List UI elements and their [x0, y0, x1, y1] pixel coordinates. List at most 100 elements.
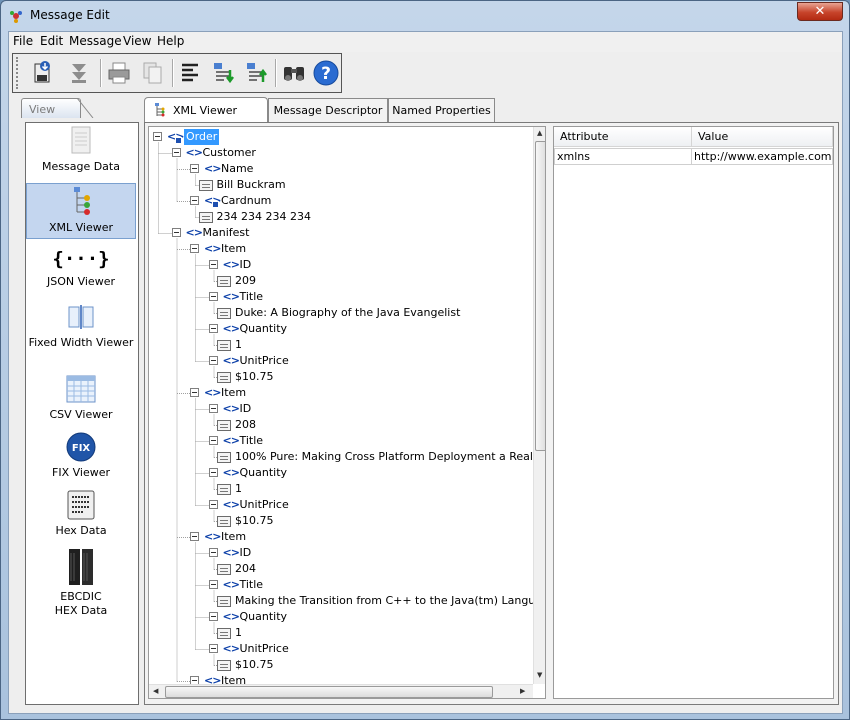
collapse-toggle-icon[interactable] — [208, 468, 218, 477]
tree-node-text[interactable]: Duke: A Biography of the Java Evangelist — [149, 305, 533, 321]
print-icon[interactable] — [104, 58, 134, 88]
tree-node-text[interactable]: 1 — [149, 337, 533, 353]
collapse-toggle-icon[interactable] — [208, 404, 218, 413]
binoculars-icon[interactable] — [279, 58, 309, 88]
collapse-toggle-icon[interactable] — [190, 532, 199, 541]
view-item-hex-data[interactable]: Hex Data — [26, 489, 136, 545]
tree-node-element[interactable]: <> Title — [149, 433, 533, 449]
collapse-toggle-icon[interactable] — [208, 500, 218, 509]
collapse-toggle-icon[interactable] — [190, 388, 199, 397]
collapse-toggle-icon[interactable] — [208, 436, 218, 445]
help-icon[interactable]: ? — [311, 58, 341, 88]
export-icon[interactable] — [242, 58, 272, 88]
tree-node-element[interactable]: <> Item — [149, 241, 533, 257]
view-item-json-viewer[interactable]: {···} JSON Viewer — [26, 243, 136, 299]
column-header-attribute[interactable]: Attribute — [554, 127, 692, 147]
menu-message[interactable]: Message — [69, 34, 122, 48]
tree-node-element[interactable]: <> Customer — [149, 145, 533, 161]
pane-splitter[interactable] — [547, 126, 552, 699]
tree-node-text[interactable]: $10.75 — [149, 369, 533, 385]
tree-node-element[interactable]: <> Title — [149, 577, 533, 593]
collapse-toggle-icon[interactable] — [190, 244, 199, 253]
tree-node-element[interactable]: <>Cardnum — [149, 193, 533, 209]
tab-message-descriptor[interactable]: Message Descriptor — [268, 98, 388, 122]
tree-node-element[interactable]: <> Quantity — [149, 465, 533, 481]
collapse-toggle-icon[interactable] — [208, 612, 218, 621]
tree-node-element[interactable]: <> Manifest — [149, 225, 533, 241]
tree-node-element[interactable]: <> Quantity — [149, 321, 533, 337]
tree-node-text[interactable]: 234 234 234 234 — [149, 209, 533, 225]
tree-node-text[interactable]: 100% Pure: Making Cross Platform Deploym… — [149, 449, 540, 465]
download-icon[interactable] — [64, 58, 94, 88]
tree-node-element[interactable]: <> Quantity — [149, 609, 533, 625]
tree-node-text[interactable]: $10.75 — [149, 513, 533, 529]
collapse-toggle-icon[interactable] — [208, 548, 218, 557]
tree-node-text[interactable]: Making the Transition from C++ to the Ja… — [149, 593, 542, 609]
tree-node-text[interactable]: 204 — [149, 561, 533, 577]
scroll-down-icon[interactable]: ▼ — [537, 671, 542, 679]
tree-node-element[interactable]: <> ID — [149, 545, 533, 561]
tree-node-text[interactable]: 1 — [149, 625, 533, 641]
view-item-fixed-width[interactable]: Fixed Width Viewer — [26, 301, 136, 371]
align-left-icon[interactable] — [176, 58, 206, 88]
column-header-value[interactable]: Value — [692, 127, 833, 147]
tab-xml-viewer[interactable]: XML Viewer — [144, 97, 268, 123]
tree-node-element[interactable]: <> Item — [149, 385, 533, 401]
collapse-toggle-icon[interactable] — [208, 324, 218, 333]
tree-node-text[interactable]: 208 — [149, 417, 533, 433]
import-icon[interactable] — [209, 58, 239, 88]
tree-node-text[interactable]: 209 — [149, 273, 533, 289]
collapse-toggle-icon[interactable] — [208, 580, 218, 589]
tree-node-element[interactable]: <> UnitPrice — [149, 497, 533, 513]
menu-help[interactable]: Help — [157, 34, 184, 48]
save-icon[interactable] — [27, 58, 57, 88]
tree-node-element[interactable]: <> UnitPrice — [149, 353, 533, 369]
vertical-scrollbar[interactable]: ▲ ▼ — [533, 127, 545, 684]
tree-node-element[interactable]: <> ID — [149, 401, 533, 417]
close-button[interactable]: ✕ — [797, 2, 843, 21]
tree-node-text[interactable]: 1 — [149, 481, 533, 497]
view-item-fix-viewer[interactable]: FIX FIX Viewer — [26, 431, 136, 487]
vertical-scroll-thumb[interactable] — [535, 141, 545, 451]
collapse-toggle-icon[interactable] — [190, 164, 199, 173]
value-cell[interactable]: http://www.example.com... — [691, 148, 833, 165]
collapse-toggle-icon[interactable] — [208, 292, 218, 301]
scroll-right-icon[interactable]: ▶ — [520, 687, 525, 695]
view-item-csv-viewer[interactable]: CSV Viewer — [26, 373, 136, 429]
attribute-cell[interactable]: xmlns — [554, 148, 692, 165]
toolbar-grip[interactable] — [16, 57, 19, 89]
menu-file[interactable]: File — [13, 34, 33, 48]
horizontal-scrollbar[interactable]: ◀ ▶ — [149, 684, 533, 698]
view-item-message-data[interactable]: Message Data — [26, 125, 136, 181]
view-item-ebcdic-hex[interactable]: EBCDIC HEX Data — [26, 547, 136, 619]
tree-node-element[interactable]: <> Name — [149, 161, 533, 177]
table-row[interactable]: xmlns http://www.example.com... — [554, 148, 833, 165]
menu-edit[interactable]: Edit — [40, 34, 63, 48]
collapse-toggle-icon[interactable] — [171, 228, 181, 237]
xml-tree[interactable]: <>Order<>Customer<>NameBill Buckram<>Car… — [148, 126, 546, 699]
copy-icon[interactable] — [138, 58, 168, 88]
collapse-toggle-icon[interactable] — [153, 132, 162, 141]
scroll-up-icon[interactable]: ▲ — [537, 129, 542, 137]
tree-node-element[interactable]: <> ID — [149, 257, 533, 273]
collapse-toggle-icon[interactable] — [190, 196, 199, 205]
collapse-toggle-icon[interactable] — [208, 644, 218, 653]
collapse-toggle-icon[interactable] — [208, 356, 218, 365]
tree-node-text[interactable]: $10.75 — [149, 657, 533, 673]
title-bar[interactable]: Message Edit ✕ — [1, 1, 849, 31]
collapse-toggle-icon[interactable] — [208, 260, 218, 269]
tree-node-element[interactable]: <>Order — [149, 129, 533, 145]
horizontal-scroll-thumb[interactable] — [165, 686, 493, 698]
collapse-toggle-icon[interactable] — [171, 148, 181, 157]
tree-node-label: Item — [221, 242, 247, 255]
text-node-icon — [217, 452, 231, 463]
tab-named-properties[interactable]: Named Properties — [388, 98, 495, 122]
tree-node-text[interactable]: Bill Buckram — [149, 177, 533, 193]
scroll-left-icon[interactable]: ◀ — [153, 687, 158, 695]
tree-node-element[interactable]: <> UnitPrice — [149, 641, 533, 657]
view-item-xml-viewer[interactable]: XML Viewer — [26, 183, 136, 239]
menu-view[interactable]: View — [123, 34, 151, 48]
tree-node-element[interactable]: <> Title — [149, 289, 533, 305]
view-tab[interactable]: View — [21, 98, 81, 118]
tree-node-element[interactable]: <> Item — [149, 529, 533, 545]
